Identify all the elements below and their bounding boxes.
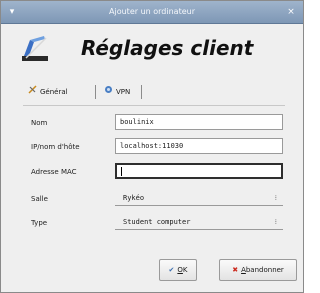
dialog-window: ▾ Ajouter un ordinateur × Réglages clien…	[0, 0, 304, 293]
dialog-button-bar: ✔ OK ✖ Abandonner	[1, 259, 303, 283]
client-settings-icon	[22, 36, 48, 61]
page-title: Réglages client	[81, 36, 254, 60]
form-row-nom: Nom boulinix	[23, 114, 285, 132]
tab-general[interactable]: Général	[27, 84, 97, 100]
nom-label: Nom	[31, 119, 48, 127]
salle-combobox[interactable]: Rykéo ⁝	[115, 191, 283, 206]
close-icon[interactable]: ×	[285, 6, 297, 18]
hostname-field[interactable]: localhost:11030	[115, 138, 283, 154]
hostname-label: IP/nom d'hôte	[31, 143, 80, 151]
mac-label: Adresse MAC	[31, 168, 77, 176]
checkmark-icon: ✔	[168, 266, 175, 274]
window-menu-icon[interactable]: ▾	[7, 7, 17, 17]
type-label: Type	[31, 219, 48, 227]
window-title: Ajouter un ordinateur	[109, 7, 195, 16]
salle-value: Rykéo	[123, 194, 145, 202]
tools-icon	[27, 84, 37, 100]
ok-button[interactable]: ✔ OK	[159, 259, 197, 281]
tab-separator	[141, 85, 142, 99]
form-row-type: Type Student computer ⁝	[23, 214, 285, 232]
form-row-salle: Salle Rykéo ⁝	[23, 190, 285, 208]
tab-general-label: Général	[40, 88, 68, 96]
cancel-x-icon: ✖	[232, 266, 239, 274]
type-combobox[interactable]: Student computer ⁝	[115, 215, 283, 230]
window-titlebar[interactable]: ▾ Ajouter un ordinateur ×	[1, 1, 303, 24]
ok-label-rest: K	[182, 266, 188, 274]
general-tab-panel: Nom boulinix IP/nom d'hôte localhost:110…	[23, 105, 285, 243]
network-icon	[103, 84, 113, 100]
nom-field[interactable]: boulinix	[115, 114, 283, 130]
salle-label: Salle	[31, 195, 48, 203]
form-row-hostname: IP/nom d'hôte localhost:11030	[23, 138, 285, 156]
type-value: Student computer	[123, 218, 191, 226]
chevron-down-icon: ⁝	[274, 218, 277, 226]
cancel-button[interactable]: ✖ Abandonner	[219, 259, 297, 281]
chevron-down-icon: ⁝	[274, 194, 277, 202]
cancel-label-rest: bandonner	[245, 266, 284, 274]
text-cursor	[121, 166, 122, 176]
mac-address-field[interactable]	[115, 163, 283, 179]
form-row-mac: Adresse MAC	[23, 163, 285, 181]
tab-vpn-label: VPN	[116, 88, 131, 96]
tab-separator	[95, 85, 96, 99]
